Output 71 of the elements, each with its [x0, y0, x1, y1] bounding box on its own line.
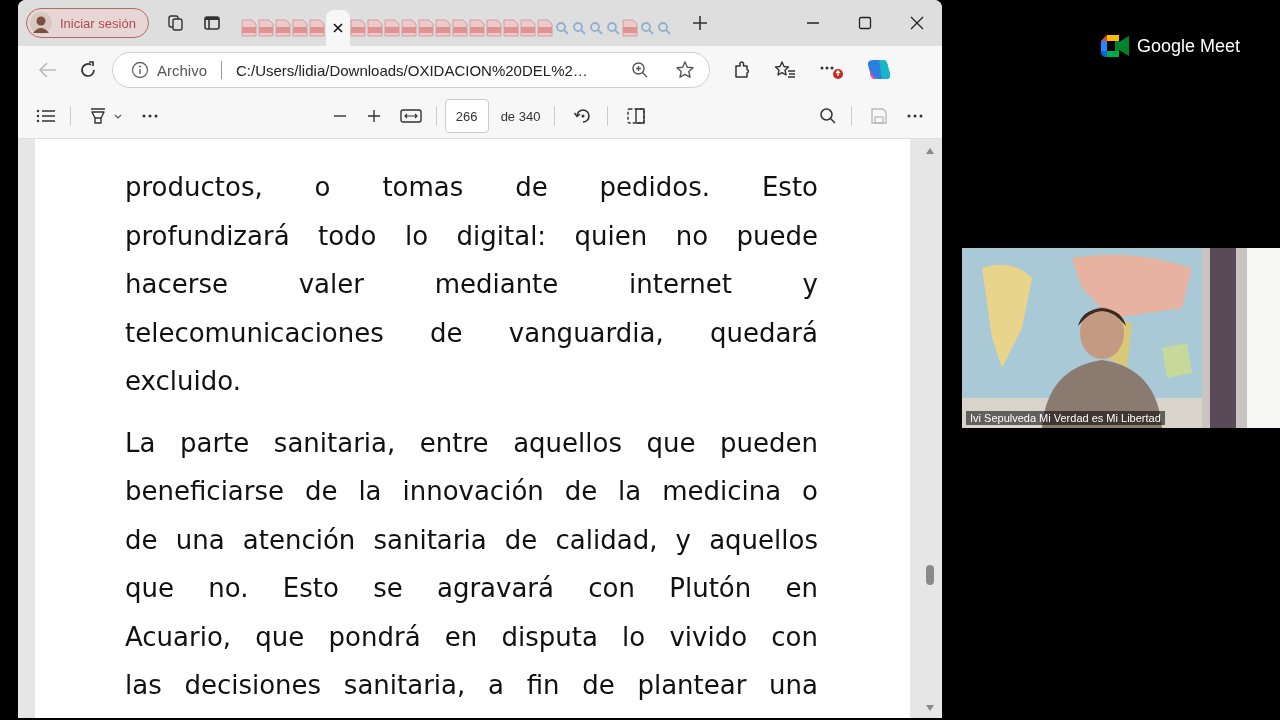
pdf-file-icon — [401, 19, 418, 37]
scroll-thumb[interactable] — [926, 565, 934, 585]
pdf-file-icon — [241, 19, 258, 37]
pdf-file-icon — [275, 19, 292, 37]
pdf-file-icon — [435, 19, 452, 37]
highlighter-icon[interactable] — [89, 107, 123, 125]
text-line: Acuario, que pondrá en disputa lo vivido con — [125, 620, 818, 654]
search-icon — [555, 21, 570, 35]
more-options-icon[interactable] — [906, 113, 924, 119]
pdf-file-icon — [367, 19, 384, 37]
info-icon — [131, 61, 149, 79]
pdf-file-icon — [469, 19, 486, 37]
text-line: profundizará todo lo digital: quien no puede — [125, 219, 818, 253]
pdf-file-icon — [520, 19, 537, 37]
text-line: que no. Esto se agravará con Plutón en — [125, 572, 818, 605]
page-number-field[interactable]: 266 — [444, 99, 489, 133]
scroll-up-icon[interactable] — [925, 147, 935, 155]
browser-tab[interactable] — [325, 10, 350, 46]
text-line: beneficiarse de la innovación de la medicina o — [125, 475, 818, 508]
back-icon[interactable] — [38, 61, 58, 79]
more-options-icon[interactable] — [141, 113, 159, 119]
pdf-file-icon — [622, 19, 639, 37]
collections-icon[interactable] — [166, 14, 185, 32]
pdf-file-icon — [486, 19, 503, 37]
pdf-file-icon — [350, 19, 367, 37]
page-view-icon[interactable] — [626, 107, 647, 125]
pdf-file-icon — [418, 19, 435, 37]
contents-list-icon[interactable] — [36, 108, 56, 124]
pdf-file-icon — [309, 19, 326, 37]
search-icon — [572, 21, 587, 35]
close-icon[interactable] — [332, 23, 343, 33]
security-label: Archivo — [157, 61, 208, 79]
favorites-icon[interactable] — [774, 60, 796, 80]
pdf-file-icon — [503, 19, 520, 37]
avatar-icon — [30, 12, 52, 34]
maximize-icon[interactable] — [858, 16, 872, 30]
profile-button[interactable]: Iniciar sesión — [26, 8, 149, 38]
page-count: de 340 — [500, 108, 541, 124]
zoom-in-icon[interactable] — [631, 61, 649, 79]
search-icon — [606, 21, 621, 35]
pdf-file-icon — [452, 19, 469, 37]
zoom-in-icon[interactable] — [365, 108, 382, 124]
pdf-file-icon — [258, 19, 275, 37]
text-line: productos, o tomas de pedidos. Esto — [125, 171, 818, 204]
new-tab-icon[interactable] — [690, 14, 709, 32]
extensions-icon[interactable] — [732, 60, 752, 80]
text-line: telecomunicaciones de vanguardia, quedará — [125, 316, 818, 350]
text-line: de una atención sanitaria de calidad, y aquellos — [125, 523, 818, 557]
search-icon — [657, 21, 672, 35]
search-icon[interactable] — [819, 107, 837, 125]
pdf-file-icon — [384, 19, 401, 37]
search-icon — [589, 21, 604, 35]
participant-name: Ivi Sepulveda Mi Verdad es Mi Libertad — [966, 411, 1165, 425]
url-text: C:/Users/lidia/Downloads/OXIDACION%20DEL%2… — [236, 61, 588, 79]
fit-width-icon[interactable] — [399, 108, 422, 124]
pdf-file-icon — [292, 19, 309, 37]
scroll-down-icon[interactable] — [925, 704, 935, 712]
camera-logo-icon — [1100, 35, 1129, 57]
pdf-file-icon — [537, 19, 554, 37]
tab-actions-icon[interactable] — [202, 14, 221, 32]
text-line: La parte sanitaria, entre aquellos que pueden — [125, 426, 818, 460]
save-icon[interactable] — [870, 107, 888, 125]
text-line: las decisiones sanitaria, a fin de plantear una — [125, 669, 818, 702]
refresh-icon[interactable] — [78, 60, 98, 80]
search-icon — [640, 21, 655, 35]
brand-name: Google Meet — [1136, 35, 1240, 57]
favorite-star-icon[interactable] — [675, 60, 695, 80]
address-bar[interactable]: Archivo C:/Users/lidia/Downloads/OXIDACION%20DEL%2… — [112, 52, 710, 88]
text-line: excluido. — [125, 365, 242, 398]
close-icon[interactable] — [910, 16, 924, 30]
text-line: hacerse valer mediante internet y — [125, 268, 818, 301]
